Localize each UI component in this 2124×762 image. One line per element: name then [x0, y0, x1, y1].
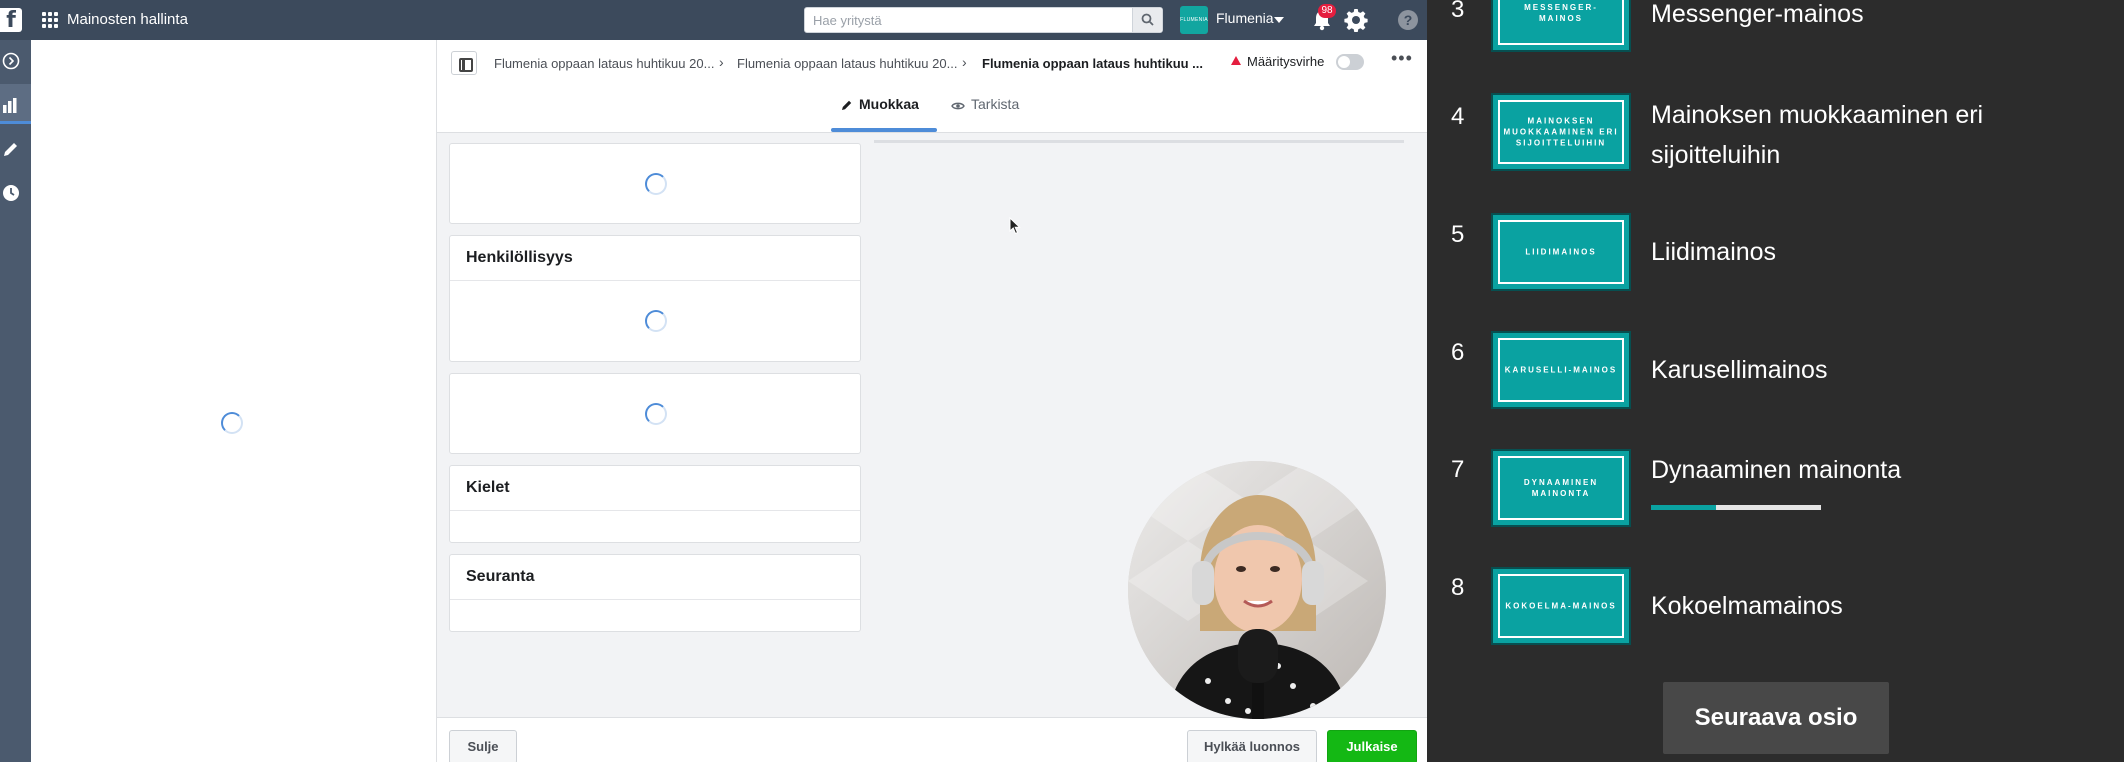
loading-card [449, 373, 861, 454]
identity-card: Henkilöllisyys [449, 235, 861, 362]
close-button[interactable]: Sulje [449, 730, 517, 762]
facebook-logo-icon[interactable]: f [0, 8, 22, 33]
lesson-number: 8 [1451, 574, 1465, 601]
tab-review-label: Tarkista [971, 96, 1020, 112]
lesson-thumbnail[interactable]: MESSENGER-MAINOS [1491, 0, 1631, 52]
next-section-button[interactable]: Seuraava osio [1663, 682, 1889, 754]
lesson-number: 3 [1451, 0, 1465, 23]
error-status-label[interactable]: Määritysvirhe [1247, 54, 1324, 69]
rail-reports[interactable] [0, 84, 31, 124]
lesson-thumbnail[interactable]: DYNAAMINEN MAINONTA [1491, 449, 1631, 527]
help-icon[interactable]: ? [1398, 10, 1418, 30]
loading-card [449, 143, 861, 224]
chevron-right-icon: › [962, 54, 967, 70]
lesson-thumbnail[interactable]: LIIDIMAINOS [1491, 213, 1631, 291]
lesson-number: 4 [1451, 103, 1465, 130]
discard-draft-button[interactable]: Hylkää luonnos [1187, 730, 1317, 762]
rail-expand[interactable] [0, 40, 31, 80]
course-lesson-panel: 3 MESSENGER-MAINOS Messenger-mainos 4 MA… [1427, 0, 2124, 762]
search-input[interactable] [805, 8, 1133, 32]
pencil-icon [842, 100, 852, 110]
breadcrumb-campaign[interactable]: Flumenia oppaan lataus huhtikuu 20... [494, 56, 714, 71]
lesson-number: 5 [1451, 221, 1465, 248]
lesson-title[interactable]: Kokoelmamainos [1651, 586, 2091, 626]
lesson-thumbnail[interactable]: MAINOKSEN MUOKKAAMINEN ERI SIJOITTELUIHI… [1491, 93, 1631, 171]
more-options-icon[interactable]: ••• [1391, 48, 1413, 69]
gear-icon[interactable] [1344, 8, 1368, 32]
top-bar: f Mainosten hallinta FLUMENIA Flumenia 9… [0, 0, 1427, 40]
tracking-card-title: Seuranta [466, 568, 535, 585]
loading-spinner-icon [645, 173, 667, 195]
search-button[interactable] [1132, 8, 1162, 32]
breadcrumb-ad[interactable]: Flumenia oppaan lataus huhtikuu ... [982, 56, 1203, 71]
editor-footer: Sulje Hylkää luonnos Julkaise [437, 717, 1427, 762]
search-icon [1141, 13, 1154, 26]
lesson-number: 7 [1451, 456, 1465, 483]
tracking-card: Seuranta [449, 554, 861, 632]
ad-on-off-toggle[interactable] [1336, 54, 1364, 70]
lesson-title[interactable]: Mainoksen muokkaaminen eri sijoitteluihi… [1651, 95, 2091, 175]
tab-review[interactable]: Tarkista [951, 96, 1019, 132]
lesson-progress-fill [1651, 505, 1716, 510]
editor-header: Flumenia oppaan lataus huhtikuu 20... › … [437, 40, 1427, 133]
warning-icon [1231, 56, 1241, 65]
divider [450, 510, 860, 511]
identity-card-title: Henkilöllisyys [466, 249, 573, 266]
lesson-title[interactable]: Dynaaminen mainonta [1651, 450, 2091, 490]
loading-spinner-icon [645, 310, 667, 332]
lesson-progress-bar [1651, 505, 1821, 510]
divider [450, 599, 860, 600]
ad-preview-placeholder [874, 140, 1404, 143]
active-tab-indicator [831, 128, 937, 132]
presenter-webcam [1128, 461, 1386, 719]
apps-grid-icon[interactable] [42, 12, 58, 28]
languages-card: Kielet [449, 465, 861, 543]
publish-button[interactable]: Julkaise [1327, 730, 1417, 762]
notification-badge: 98 [1318, 4, 1336, 18]
pencil-icon [4, 143, 17, 156]
tab-edit-label: Muokkaa [859, 96, 919, 112]
lesson-title[interactable]: Messenger-mainos [1651, 0, 2091, 34]
loading-spinner-icon [221, 412, 243, 434]
account-logo[interactable]: FLUMENIA [1180, 6, 1208, 34]
lesson-title[interactable]: Liidimainos [1651, 232, 2091, 272]
rail-history[interactable] [0, 172, 31, 212]
bar-chart-icon [3, 98, 17, 113]
lesson-number: 6 [1451, 339, 1465, 366]
rail-edit[interactable] [0, 128, 31, 168]
clock-icon [3, 185, 19, 201]
breadcrumb-adset[interactable]: Flumenia oppaan lataus huhtikuu 20... [737, 56, 957, 71]
divider [450, 280, 860, 281]
ads-manager-window: f Mainosten hallinta FLUMENIA Flumenia 9… [0, 0, 1427, 762]
left-navigation-rail [0, 40, 31, 762]
app-title[interactable]: Mainosten hallinta [67, 11, 188, 28]
search-box [804, 7, 1163, 33]
chevron-right-icon: › [719, 54, 724, 70]
panel-toggle-button[interactable] [451, 51, 477, 75]
lesson-title[interactable]: Karusellimainos [1651, 350, 2091, 390]
lesson-thumbnail[interactable]: KARUSELLI-MAINOS [1491, 331, 1631, 409]
loading-spinner-icon [645, 403, 667, 425]
chevron-down-icon[interactable] [1274, 17, 1284, 23]
languages-card-title: Kielet [466, 479, 510, 496]
lesson-thumbnail[interactable]: KOKOELMA-MAINOS [1491, 567, 1631, 645]
campaign-tree-panel [31, 40, 437, 762]
tab-edit[interactable]: Muokkaa [841, 96, 919, 132]
presenter-video-image [1128, 461, 1386, 719]
expand-circle-icon [2, 52, 20, 70]
eye-icon [951, 102, 965, 110]
mouse-cursor-icon [1009, 217, 1021, 235]
account-name[interactable]: Flumenia [1216, 10, 1274, 26]
